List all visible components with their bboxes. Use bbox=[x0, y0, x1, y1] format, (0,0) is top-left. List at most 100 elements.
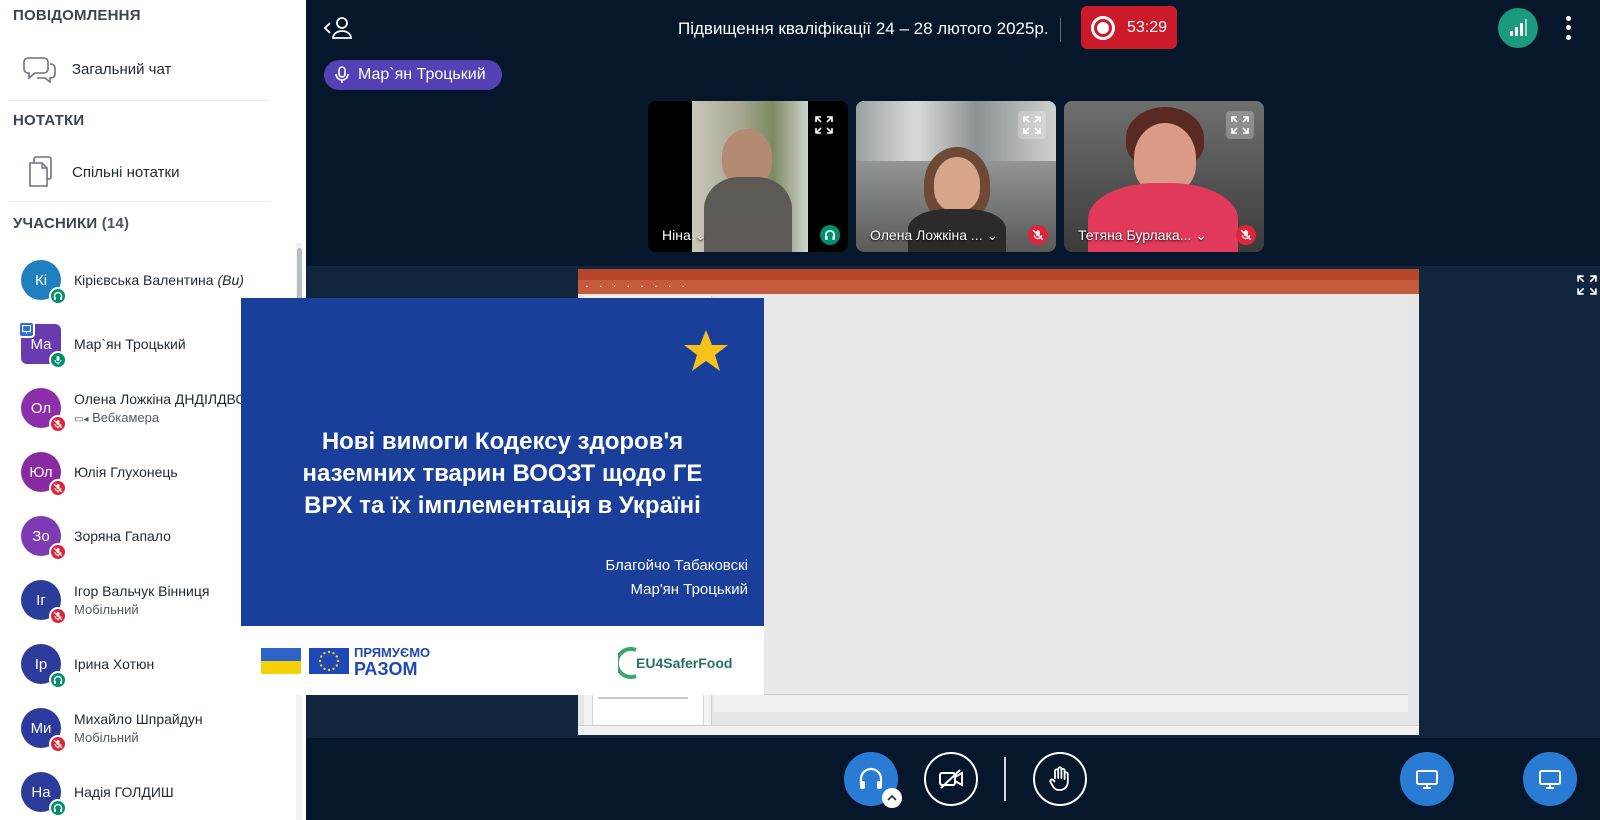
video-tile[interactable]: Олена Ложкіна ... ⌄ bbox=[856, 101, 1056, 252]
mic-icon bbox=[335, 66, 349, 83]
expand-icon[interactable] bbox=[810, 111, 838, 139]
video-name-text: Олена Ложкіна ... bbox=[870, 227, 983, 243]
brand-logo: ПРЯМУЄМО РАЗОМ bbox=[354, 644, 430, 678]
mic-icon bbox=[49, 351, 67, 369]
ribbon-tab: ▪ bbox=[682, 284, 685, 290]
talker-name: Мар`ян Троцький bbox=[358, 66, 486, 83]
camera-off-icon bbox=[939, 769, 963, 789]
video-name: Олена Ложкіна ... ⌄ bbox=[870, 227, 999, 243]
avatar: Кі bbox=[21, 260, 67, 305]
expand-icon[interactable] bbox=[1018, 111, 1046, 139]
slide-title-panel: Нові вимоги Кодексу здоров'я наземних тв… bbox=[241, 298, 764, 626]
raise-hand-button[interactable] bbox=[1033, 752, 1087, 806]
avatar-initials: Ма bbox=[30, 335, 52, 353]
avatar: Зо bbox=[21, 516, 67, 561]
avatar-initials: На bbox=[31, 783, 51, 801]
avatar: Ми bbox=[21, 708, 67, 753]
notes-pane bbox=[714, 694, 1408, 712]
ribbon-tab: ▪ bbox=[586, 284, 588, 290]
you-label: (Ви) bbox=[217, 272, 244, 288]
presenter-icon bbox=[18, 321, 35, 338]
users-title: УЧАСНИКИ bbox=[13, 215, 98, 232]
headphones-icon bbox=[859, 767, 883, 789]
participant-name: Ірина Хотюн bbox=[74, 656, 155, 672]
screenshare-button[interactable] bbox=[1400, 752, 1454, 806]
video-tile[interactable]: Ніна ⌄ bbox=[648, 101, 848, 252]
expand-icon[interactable] bbox=[1226, 111, 1254, 139]
public-chat-label: Загальний чат bbox=[72, 60, 172, 78]
fullscreen-button[interactable] bbox=[1574, 272, 1600, 298]
slide-editor bbox=[714, 296, 1408, 694]
avatar: На bbox=[21, 772, 67, 817]
slide-title-line: Нові вимоги Кодексу здоров'я bbox=[321, 428, 684, 455]
chat-icon bbox=[20, 54, 60, 84]
connection-status-button[interactable] bbox=[1498, 8, 1538, 48]
mic-muted-icon bbox=[49, 735, 67, 753]
shared-notes-label: Спільні нотатки bbox=[72, 163, 180, 181]
participant-name: Мар`ян Троцький bbox=[74, 336, 186, 352]
avatar-initials: Іг bbox=[36, 591, 46, 609]
chevron-up-icon bbox=[887, 794, 897, 801]
ukraine-flag-icon bbox=[261, 648, 301, 674]
participant-name: Кірієвська Валентина (Ви) bbox=[74, 272, 244, 288]
participant-name: Надія ГОЛДИШ bbox=[74, 784, 174, 800]
mic-muted-icon bbox=[49, 415, 67, 433]
headphones-icon bbox=[820, 225, 840, 245]
participant-device: Мобільний bbox=[74, 602, 139, 617]
participant-name: Олена Ложкіна ДНДІЛДВСЕ bbox=[74, 391, 255, 407]
participant-name: Зоряна Гапало bbox=[74, 528, 171, 544]
video-tile[interactable]: Тетяна Бурлака... ⌄ bbox=[1064, 101, 1264, 252]
talking-indicator[interactable]: Мар`ян Троцький bbox=[324, 60, 502, 90]
app-titlebar bbox=[578, 269, 1419, 280]
star-icon bbox=[684, 330, 728, 371]
brand-line: РАЗОМ bbox=[354, 659, 418, 679]
shared-notes-item[interactable]: Спільні нотатки bbox=[0, 141, 280, 203]
headphones-icon bbox=[49, 799, 67, 817]
ribbon-tab: ▪ bbox=[641, 284, 643, 290]
ribbon-tab: ▪ bbox=[613, 284, 616, 290]
ribbon-tab: ▪ bbox=[668, 284, 671, 290]
participant-row[interactable]: Ми Михайло Шпрайдун Мобільний bbox=[0, 696, 290, 760]
slide-title: Нові вимоги Кодексу здоров'я наземних тв… bbox=[261, 426, 744, 522]
public-chat-item[interactable]: Загальний чат bbox=[0, 38, 280, 100]
notes-icon bbox=[20, 155, 60, 189]
video-name: Ніна ⌄ bbox=[662, 227, 707, 243]
divider bbox=[8, 201, 270, 202]
avatar-initials: Юл bbox=[29, 463, 53, 481]
record-button[interactable]: 53:29 bbox=[1081, 6, 1177, 49]
expand-icon bbox=[1577, 275, 1597, 295]
toolbar-separator bbox=[1004, 757, 1006, 801]
video-person-body bbox=[704, 177, 792, 252]
avatar-initials: Ми bbox=[30, 719, 52, 737]
video-person bbox=[934, 157, 980, 211]
users-count: (14) bbox=[101, 215, 130, 232]
thumbnail-line bbox=[598, 697, 688, 699]
toggle-userlist-button[interactable] bbox=[322, 14, 356, 42]
participant-name: Ігор Вальчук Вінниця bbox=[74, 583, 210, 599]
mic-muted-icon bbox=[1236, 225, 1256, 245]
webcam-icon: ▭◂ bbox=[74, 414, 89, 425]
current-slide: Нові вимоги Кодексу здоров'я наземних тв… bbox=[241, 298, 764, 695]
partner-name: EU4SaferFood bbox=[636, 655, 733, 671]
avatar: Іг bbox=[21, 580, 67, 625]
avatar: Юл bbox=[21, 452, 67, 497]
more-icon[interactable] bbox=[1560, 14, 1576, 42]
avatar: Ма bbox=[18, 321, 67, 369]
video-name: Тетяна Бурлака... ⌄ bbox=[1078, 227, 1207, 243]
ribbon-tab: ▪ bbox=[654, 284, 657, 290]
screenshare-icon bbox=[1416, 770, 1438, 789]
slide-title-line: ВРХ та їх імплементація в Україні bbox=[304, 492, 701, 519]
slide-author: Мар'ян Троцький bbox=[630, 581, 748, 598]
camera-button[interactable] bbox=[924, 752, 978, 806]
presentation-button[interactable] bbox=[1523, 752, 1577, 806]
notes-section-title: НОТАТКИ bbox=[13, 112, 85, 129]
audio-settings-button[interactable] bbox=[882, 788, 902, 808]
video-name-text: Ніна bbox=[662, 227, 691, 243]
headphones-icon bbox=[49, 287, 67, 305]
avatar-initials: Ол bbox=[30, 399, 52, 417]
app-ribbon: ▪ ▪ ▪ ▪ ▪ ▪ ▪ ▪ bbox=[578, 280, 1419, 294]
avatar-initials: Кі bbox=[34, 271, 48, 289]
participant-row[interactable]: На Надія ГОЛДИШ bbox=[0, 760, 290, 820]
slide-title-line: наземних тварин ВООЗТ щодо ГЕ bbox=[302, 460, 703, 487]
connection-icon bbox=[1510, 19, 1527, 36]
